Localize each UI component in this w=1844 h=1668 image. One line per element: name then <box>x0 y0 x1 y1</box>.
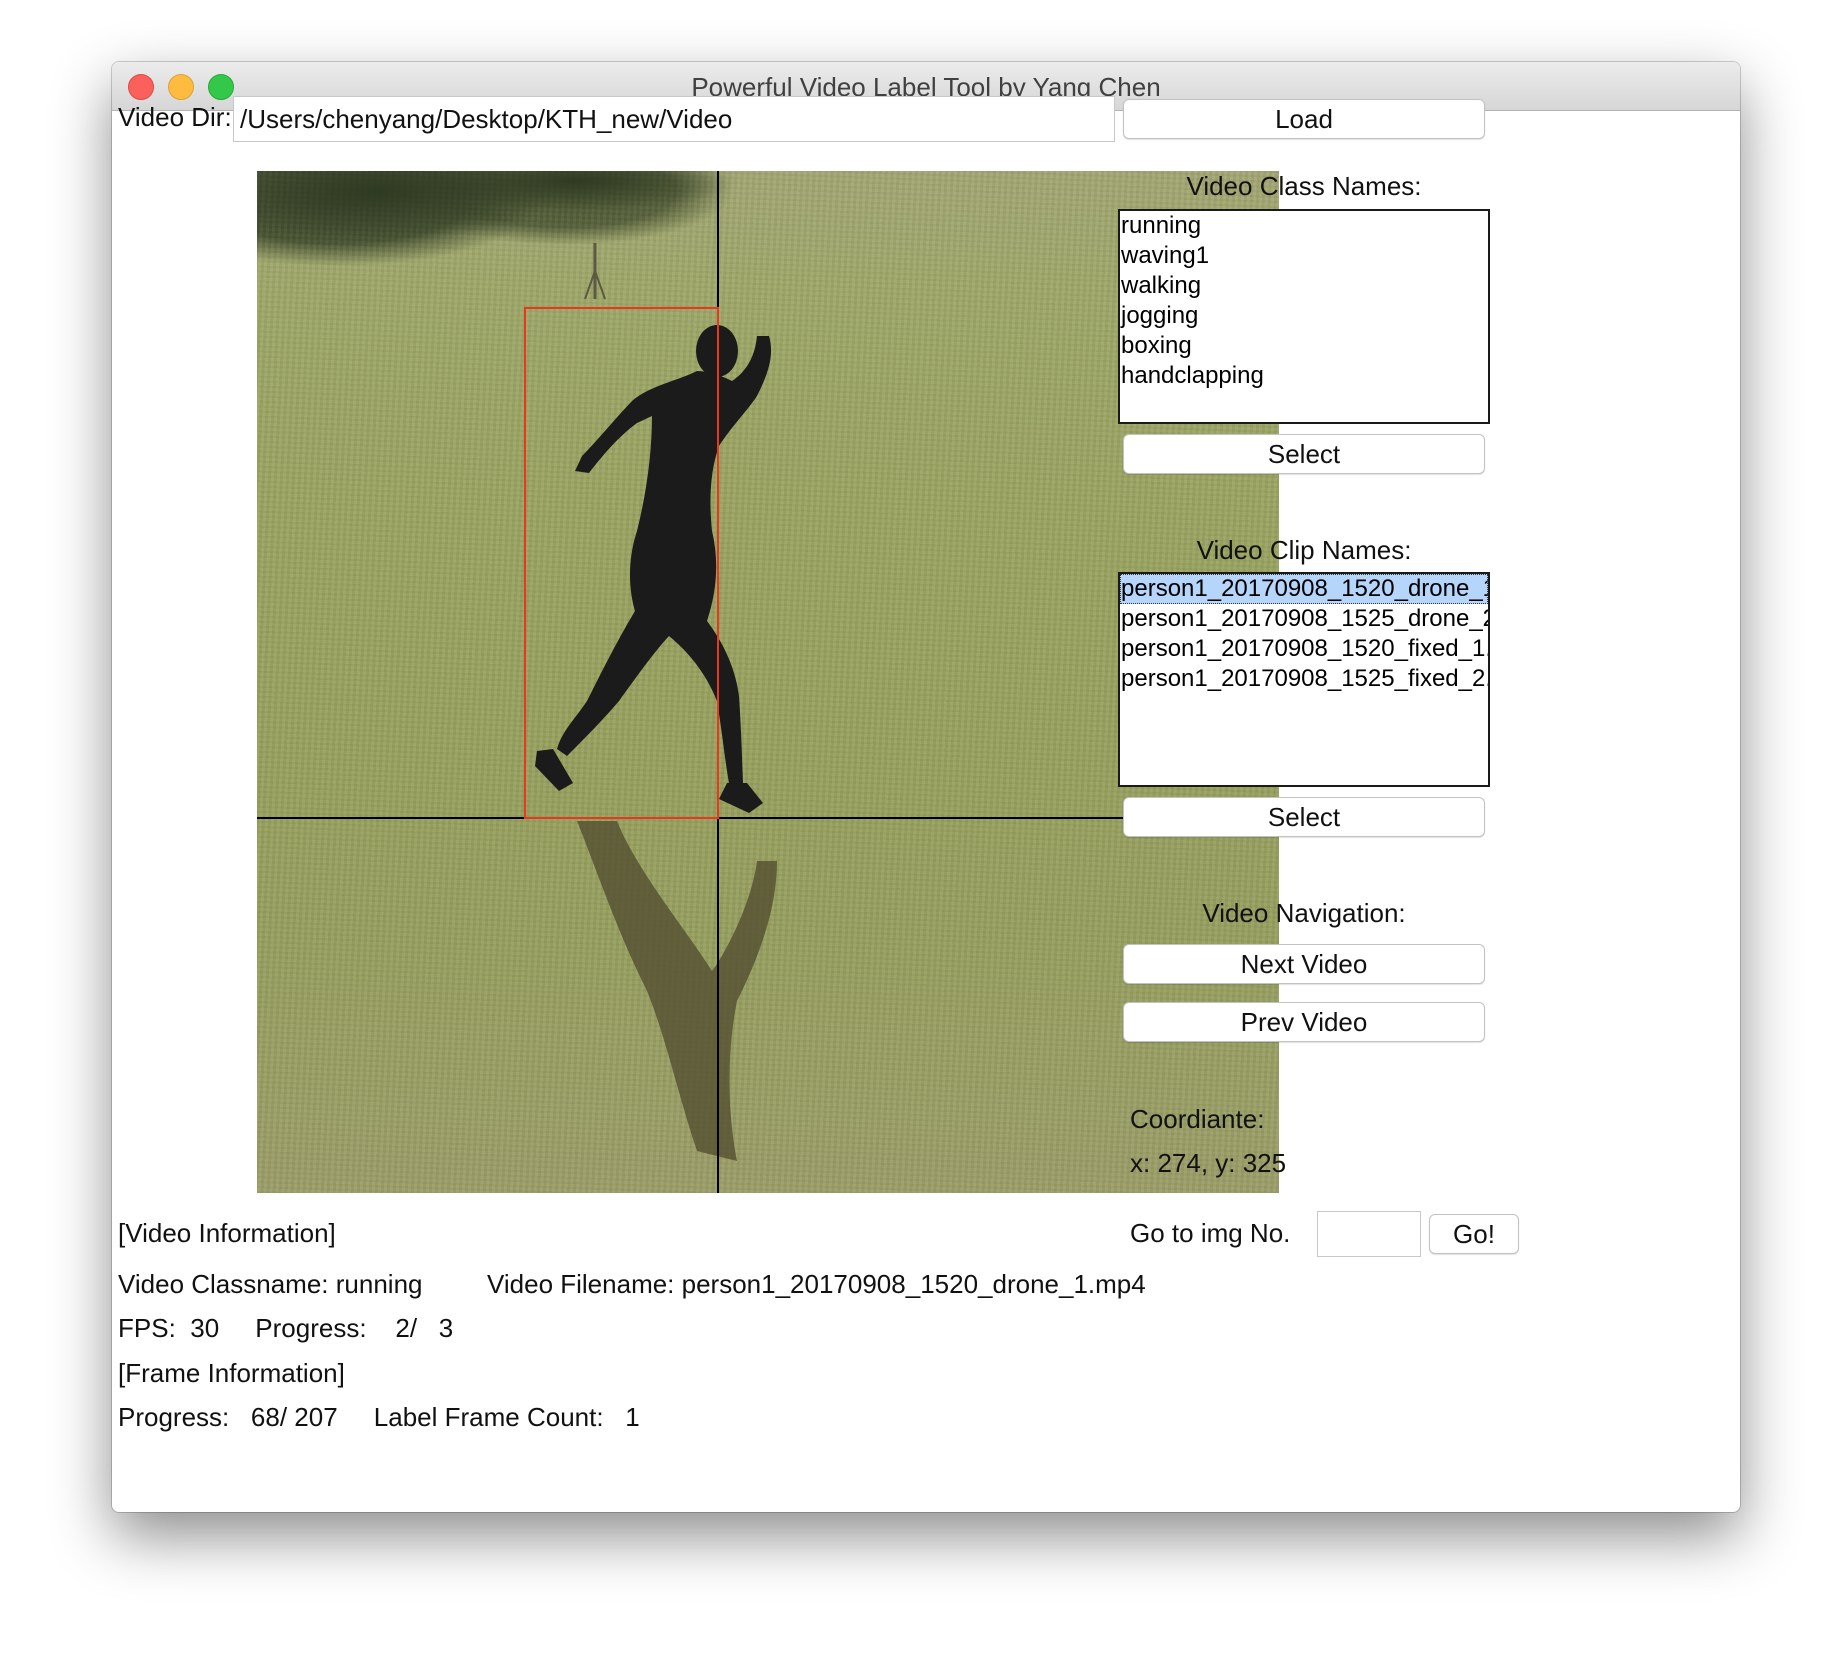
class-names-heading: Video Class Names: <box>1186 171 1422 201</box>
fps-progress-text: FPS: 30 Progress: 2/ 3 <box>118 1313 454 1343</box>
class-list-item[interactable]: jogging <box>1120 301 1488 331</box>
clip-names-listbox[interactable]: person1_20170908_1520_drone_1.mp4 person… <box>1118 572 1490 787</box>
class-list-item[interactable]: waving1 <box>1120 241 1488 271</box>
goto-image-input[interactable] <box>1317 1211 1421 1257</box>
video-filename-text: Video Filename: person1_20170908_1520_dr… <box>487 1269 1146 1299</box>
goto-label: Go to img No. <box>1130 1218 1291 1248</box>
prev-video-button[interactable]: Prev Video <box>1123 1002 1485 1042</box>
clip-list-item[interactable]: person1_20170908_1520_drone_1.mp4 <box>1120 574 1488 604</box>
coordinate-value: x: 274, y: 325 <box>1130 1148 1287 1178</box>
coordinate-heading: Coordiante: <box>1130 1104 1265 1134</box>
class-list-item[interactable]: running <box>1120 211 1488 241</box>
clip-list-item[interactable]: person1_20170908_1525_fixed_2.mp4 <box>1120 664 1488 694</box>
class-names-listbox[interactable]: running waving1 walking jogging boxing h… <box>1118 209 1490 424</box>
app-window: Powerful Video Label Tool by Yang Chen V… <box>112 62 1740 1512</box>
navigation-heading: Video Navigation: <box>1202 898 1406 928</box>
clip-names-heading: Video Clip Names: <box>1196 535 1412 565</box>
frame-progress-text: Progress: 68/ 207 Label Frame Count: 1 <box>118 1402 640 1432</box>
class-list-item[interactable]: handclapping <box>1120 361 1488 391</box>
clip-list-item[interactable]: person1_20170908_1520_fixed_1.mp4 <box>1120 634 1488 664</box>
video-info-header: [Video Information] <box>118 1218 336 1248</box>
next-video-button[interactable]: Next Video <box>1123 944 1485 984</box>
class-list-item[interactable]: boxing <box>1120 331 1488 361</box>
go-button[interactable]: Go! <box>1429 1214 1519 1254</box>
video-classname-text: Video Classname: running <box>118 1269 423 1299</box>
select-clip-button[interactable]: Select <box>1123 797 1485 837</box>
class-list-item[interactable]: walking <box>1120 271 1488 301</box>
select-class-button[interactable]: Select <box>1123 434 1485 474</box>
frame-info-header: [Frame Information] <box>118 1358 345 1388</box>
load-button[interactable]: Load <box>1123 99 1485 139</box>
clip-list-item[interactable]: person1_20170908_1525_drone_2.mp4 <box>1120 604 1488 634</box>
video-dir-input[interactable]: /Users/chenyang/Desktop/KTH_new/Video <box>233 96 1115 142</box>
video-dir-label: Video Dir: <box>118 102 232 132</box>
bounding-box[interactable] <box>524 307 719 819</box>
